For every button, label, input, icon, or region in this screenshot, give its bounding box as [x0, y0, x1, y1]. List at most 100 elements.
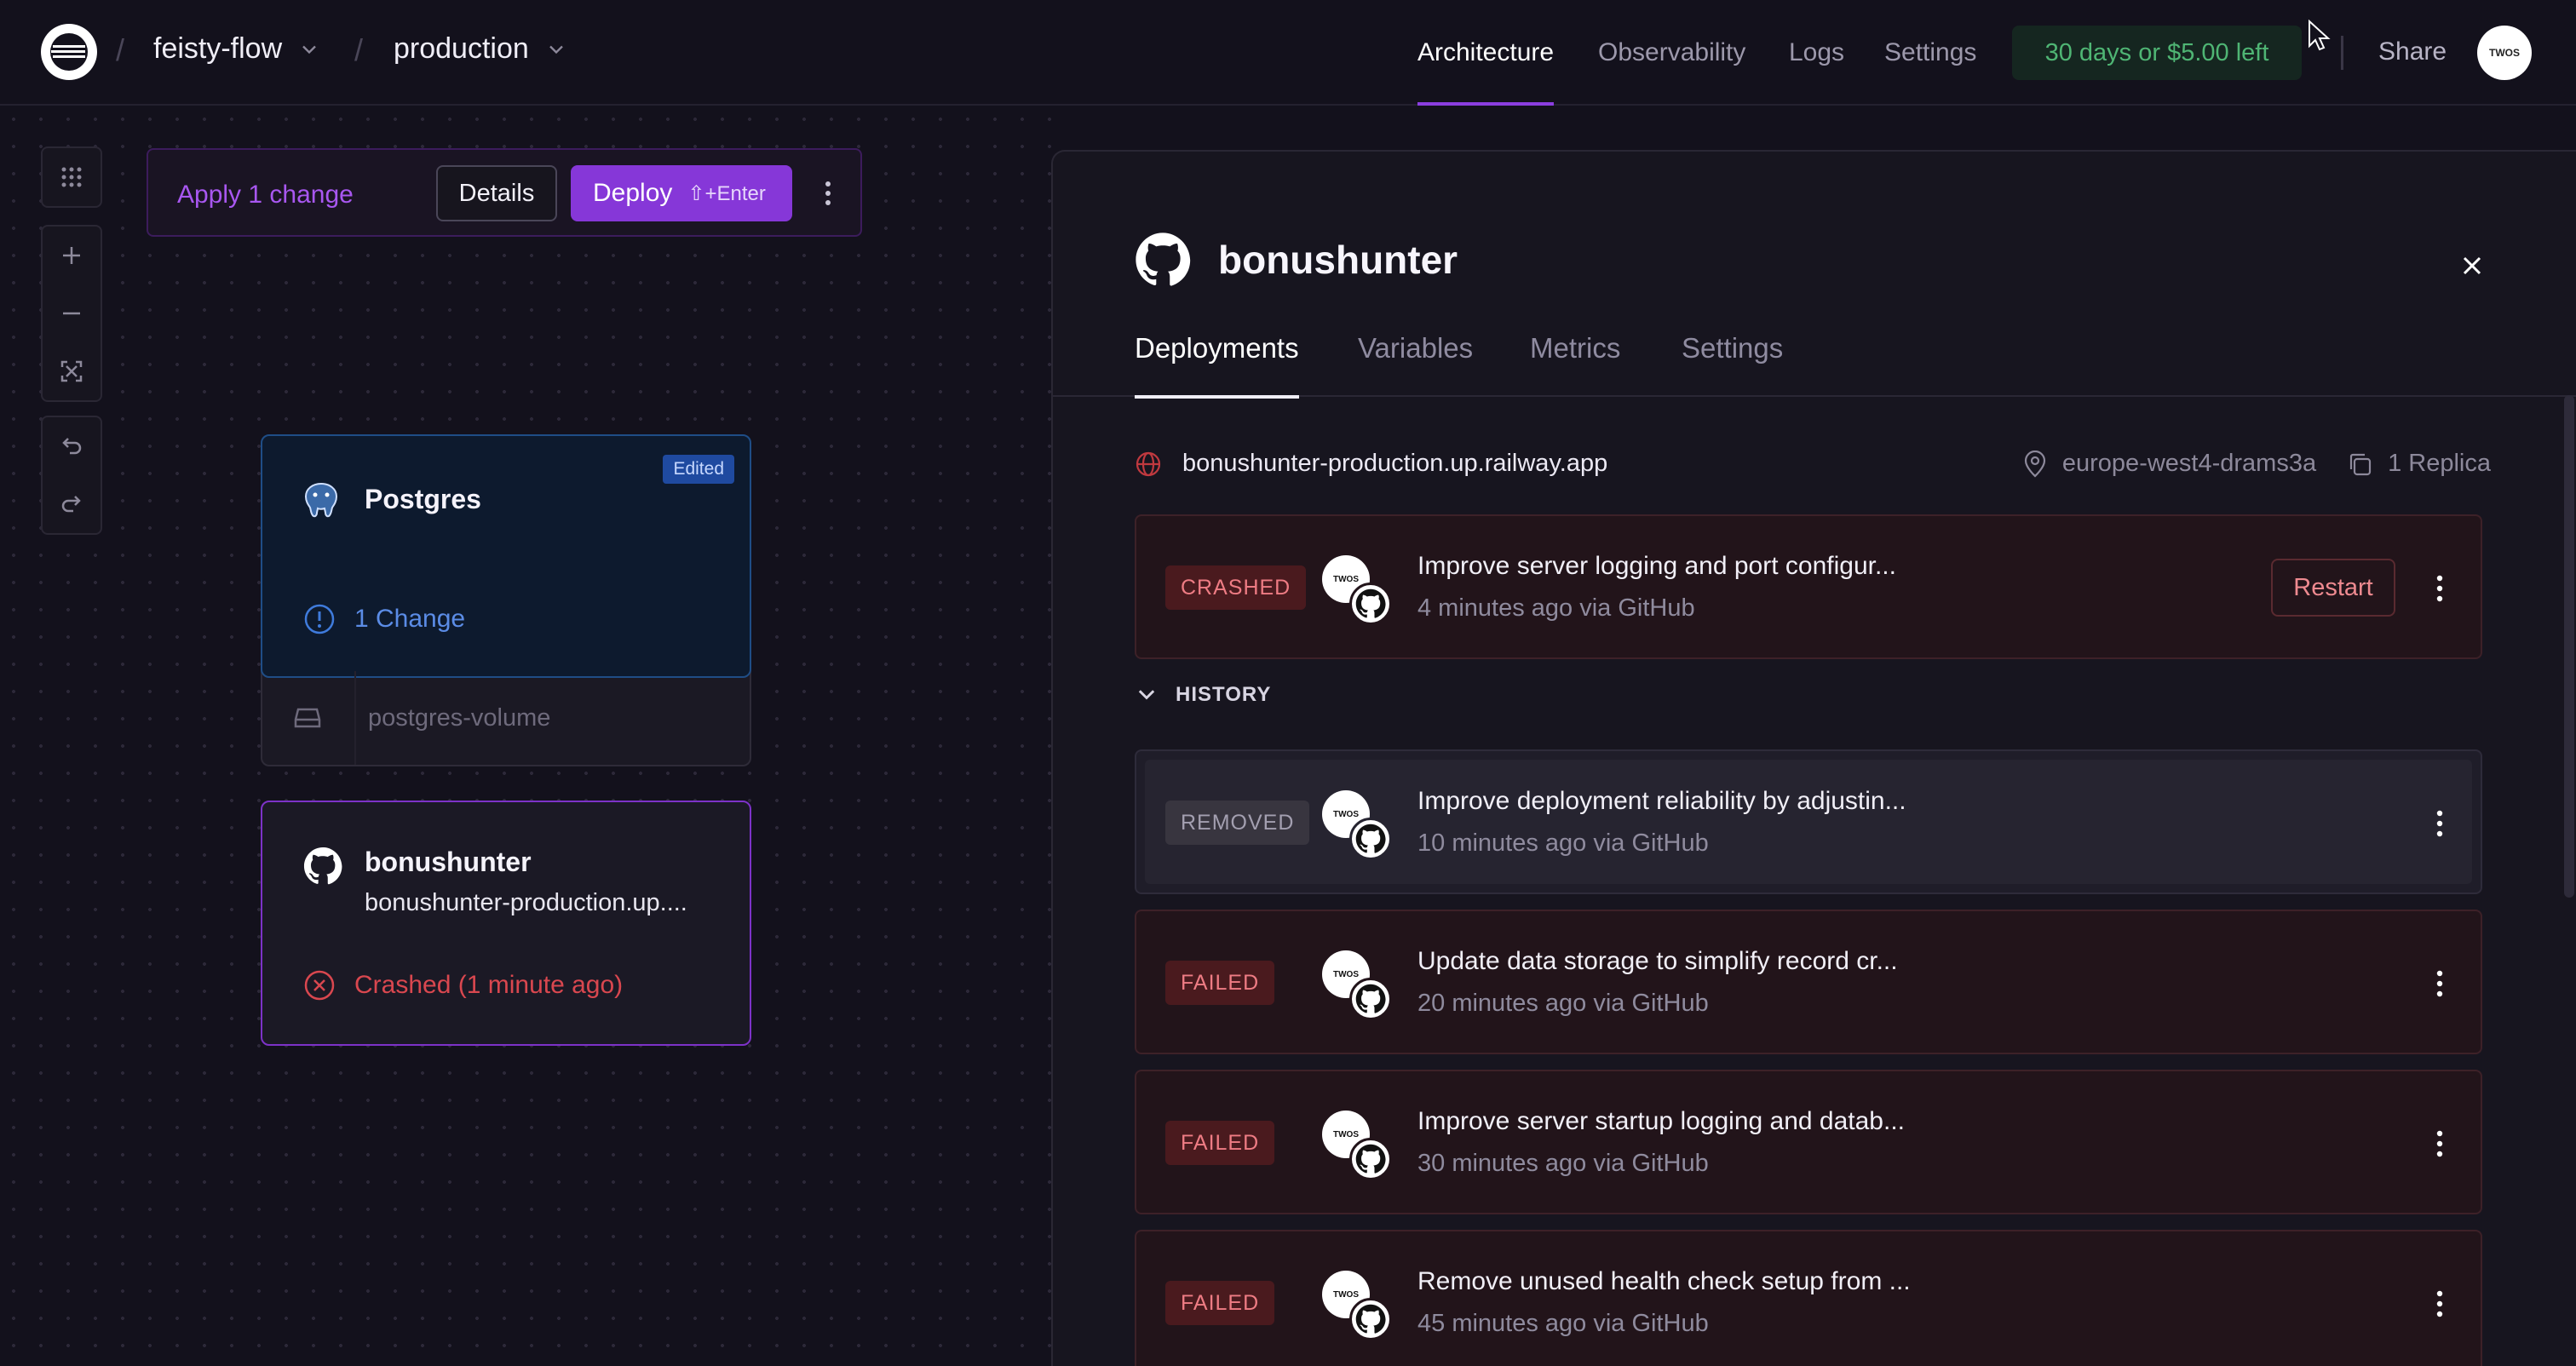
copy-icon [2349, 453, 2372, 475]
more-options-icon[interactable] [2423, 962, 2457, 1005]
postgres-title: Postgres [365, 484, 481, 514]
more-options-icon[interactable] [2423, 1283, 2457, 1325]
grid-menu-icon[interactable] [43, 148, 101, 206]
status-badge: REMOVED [1165, 801, 1310, 845]
history-deployment[interactable]: FAILED TWOS Improve server startup loggi… [1135, 1070, 2482, 1214]
apply-changes-label[interactable]: Apply 1 change [177, 181, 354, 209]
panel-scrollbar[interactable] [2564, 395, 2574, 898]
mouse-cursor-icon [2309, 19, 2331, 51]
volume-name: postgres-volume [368, 703, 551, 732]
service-url-row: bonushunter-production.up.railway.app [1135, 450, 1607, 478]
chevron-down-icon [549, 45, 563, 54]
disk-icon [294, 708, 321, 728]
crashed-x-circle-icon [304, 970, 335, 1001]
tab-metrics[interactable]: Metrics [1530, 332, 1620, 397]
more-options-icon[interactable] [2423, 802, 2457, 845]
more-options-icon[interactable] [2423, 567, 2457, 610]
zoom-controls [41, 225, 102, 402]
history-deployment[interactable]: FAILED TWOS Update data storage to simpl… [1135, 910, 2482, 1054]
deployment-meta: europe-west4-drams3a 1 Replica [2023, 450, 2491, 478]
service-title: bonushunter [365, 847, 532, 877]
restart-button[interactable]: Restart [2271, 559, 2395, 617]
deploy-button[interactable]: Deploy ⇧+Enter [571, 165, 792, 221]
fit-view-icon[interactable] [43, 342, 101, 400]
nav-observability[interactable]: Observability [1598, 0, 1745, 106]
bonushunter-service-card[interactable]: bonushunter bonushunter-production.up...… [261, 801, 751, 1046]
history-deployment[interactable]: FAILED TWOS Remove unused health check s… [1135, 1230, 2482, 1366]
github-icon [1136, 232, 1191, 286]
history-deployment[interactable]: REMOVED TWOS Improve deployment reliabil… [1135, 749, 2482, 894]
close-icon[interactable] [2455, 249, 2489, 283]
history-toggle[interactable]: HISTORY [1135, 683, 1271, 707]
service-url-link[interactable]: bonushunter-production.up.railway.app [1182, 450, 1607, 478]
tab-deployments[interactable]: Deployments [1135, 332, 1299, 399]
status-badge: CRASHED [1165, 565, 1307, 610]
tab-variables[interactable]: Variables [1358, 332, 1473, 397]
github-icon [1349, 978, 1392, 1020]
project-name: feisty-flow [153, 32, 283, 65]
breadcrumb-separator: / [116, 32, 125, 67]
github-icon [1349, 583, 1392, 625]
details-button[interactable]: Details [436, 165, 557, 221]
github-icon [1349, 1298, 1392, 1340]
project-selector[interactable]: feisty-flow [153, 32, 321, 66]
commit-message: Remove unused health check setup from ..… [1417, 1267, 1911, 1295]
change-count-label: 1 Change [354, 605, 466, 633]
postgres-card-top: Edited Postgres 1 Change [261, 434, 751, 678]
commit-message: Improve server logging and port configur… [1417, 552, 1896, 580]
user-avatar[interactable]: TWOS [2477, 26, 2532, 80]
trial-badge[interactable]: 30 days or $5.00 left [2012, 26, 2302, 80]
volume-icon-container [261, 671, 356, 765]
service-status-label: Crashed (1 minute ago) [354, 971, 624, 999]
postgres-service-card[interactable]: Edited Postgres 1 Change postgres-volume [261, 434, 751, 766]
apply-changes-bar: Apply 1 change Details Deploy ⇧+Enter [147, 148, 862, 237]
deployment-time: 45 minutes ago via GitHub [1417, 1310, 1709, 1337]
info-circle-icon [304, 604, 335, 634]
postgres-elephant-icon [304, 482, 338, 518]
github-icon [1349, 1138, 1392, 1180]
deployment-time: 20 minutes ago via GitHub [1417, 990, 1709, 1017]
railway-logo-icon[interactable] [41, 24, 97, 80]
canvas-menu-group [41, 146, 102, 208]
chevron-down-icon [1138, 690, 1155, 700]
commit-message: Improve deployment reliability by adjust… [1417, 787, 1906, 815]
github-icon [303, 847, 342, 885]
location-pin-icon [2024, 450, 2045, 477]
panel-title: bonushunter [1218, 238, 1458, 282]
deploy-shortcut: ⇧+Enter [687, 181, 766, 205]
nav-logs[interactable]: Logs [1789, 0, 1844, 106]
tab-settings[interactable]: Settings [1682, 332, 1783, 397]
redo-icon[interactable] [43, 475, 101, 533]
environment-name: production [394, 32, 529, 65]
zoom-in-icon[interactable] [43, 227, 101, 284]
environment-selector[interactable]: production [394, 32, 568, 66]
commit-message: Update data storage to simplify record c… [1417, 947, 1898, 975]
chevron-down-icon [302, 45, 316, 54]
undo-icon[interactable] [43, 417, 101, 475]
commit-message: Improve server startup logging and datab… [1417, 1107, 1905, 1135]
status-badge: FAILED [1165, 1281, 1275, 1325]
nav-settings[interactable]: Settings [1884, 0, 1976, 106]
region-info: europe-west4-drams3a [2023, 450, 2316, 478]
panel-tabs: Deployments Variables Metrics Settings [1053, 332, 2576, 399]
zoom-out-icon[interactable] [43, 284, 101, 342]
service-status: Crashed (1 minute ago) [303, 969, 623, 1002]
pending-change: 1 Change [303, 603, 465, 635]
postgres-volume[interactable]: postgres-volume [261, 671, 751, 765]
panel-header: bonushunter [1135, 232, 1458, 288]
top-bar: / feisty-flow / production Architecture … [0, 0, 2576, 106]
divider [2341, 36, 2343, 70]
deployment-time: 4 minutes ago via GitHub [1417, 594, 1695, 622]
more-options-icon[interactable] [811, 172, 845, 215]
nav-architecture[interactable]: Architecture [1417, 0, 1555, 106]
more-options-icon[interactable] [2423, 1122, 2457, 1165]
share-button[interactable]: Share [2378, 37, 2447, 66]
status-badge: FAILED [1165, 1121, 1275, 1165]
github-icon [1349, 818, 1392, 860]
deployment-time: 30 minutes ago via GitHub [1417, 1150, 1709, 1177]
active-deployment[interactable]: CRASHED TWOS Improve server logging and … [1135, 514, 2482, 659]
globe-icon [1136, 451, 1161, 476]
deployment-time: 10 minutes ago via GitHub [1417, 829, 1709, 857]
replica-info: 1 Replica [2347, 450, 2491, 478]
service-domain: bonushunter-production.up.... [365, 889, 687, 916]
